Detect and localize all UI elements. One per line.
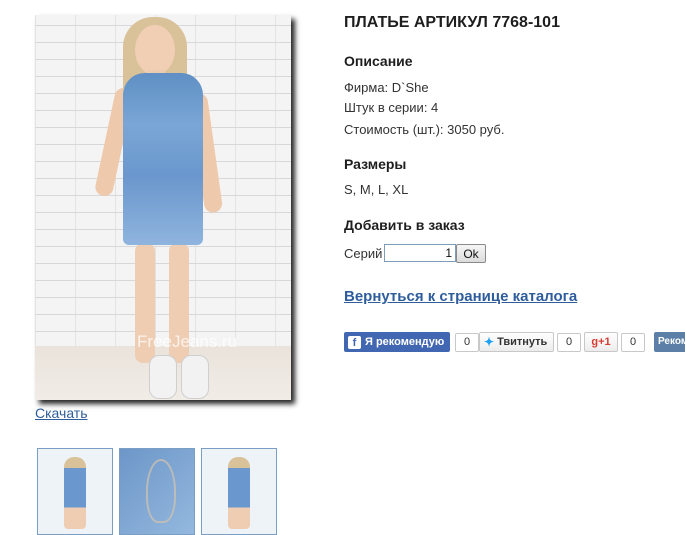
twitter-bird-icon: ✦ [484,335,495,349]
product-main-photo: FreeJeans.ru [35,15,291,400]
google-plus-counter: 0 [621,333,645,352]
series-label: Серий [344,246,383,261]
photo-watermark: FreeJeans.ru [137,332,238,351]
thumbnail-2[interactable] [119,448,195,535]
twitter-counter: 0 [557,333,581,352]
count-text: Штук в серии: 4 [344,100,439,115]
sizes-list: S, M, L, XL [344,182,409,197]
thumbnail-figure [64,457,86,529]
google-plus-label: +1 [598,336,611,348]
thumbnail-embroidery-detail [146,459,176,523]
thumbnail-3[interactable] [201,448,277,535]
thumbnail-figure [228,457,250,529]
sizes-heading: Размеры [344,156,407,172]
photo-sneaker [181,355,209,399]
photo-denim-dress [123,73,203,245]
download-link[interactable]: Скачать [35,405,88,421]
facebook-recommend-label: Я рекомендую [365,336,445,348]
facebook-counter: 0 [455,333,479,352]
twitter-tweet-button[interactable]: ✦ Твитнуть [479,332,554,352]
order-heading: Добавить в заказ [344,217,465,233]
page-title: ПЛАТЬЕ АРТИКУЛ 7768-101 [344,14,560,31]
back-to-catalog-link[interactable]: Вернуться к странице каталога [344,288,577,305]
thumbnail-1[interactable] [37,448,113,535]
google-plus-icon: g [591,336,599,348]
firm-text: Фирма: D`She [344,80,429,95]
photo-model-face [135,25,175,75]
description-heading: Описание [344,53,413,69]
facebook-recommend-button[interactable]: f Я рекомендую [344,332,450,352]
ok-button[interactable]: Ok [456,244,486,263]
photo-sneaker [149,355,177,399]
quantity-input[interactable] [384,244,456,262]
twitter-tweet-label: Твитнуть [497,336,548,348]
facebook-icon: f [348,335,361,349]
vk-recommend-button[interactable]: Реком [654,332,685,352]
price-text: Стоимость (шт.): 3050 руб. [344,122,505,137]
google-plus-button[interactable]: g +1 [584,332,618,352]
